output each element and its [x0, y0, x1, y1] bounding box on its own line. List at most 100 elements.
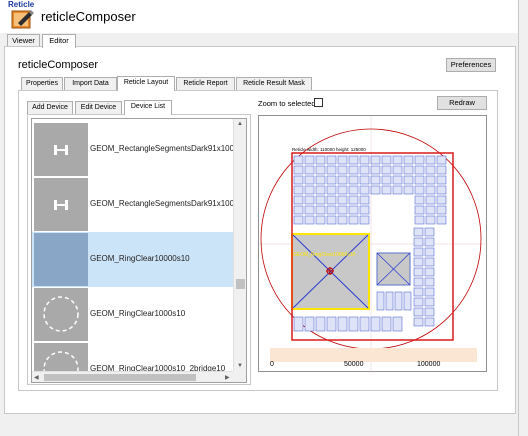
reticle-layout-viewer[interactable]: GEOM_RingClear10000s10 Reticle width: 11…	[258, 115, 488, 373]
tab-add-device[interactable]: Add Device	[27, 101, 73, 114]
device-tile	[436, 165, 447, 175]
scroll-right-icon[interactable]: ▶	[225, 374, 230, 381]
reticle-size-caption: Reticle width: 110000 height: 125000	[292, 147, 366, 152]
device-tile	[337, 155, 348, 165]
device-tile	[359, 165, 370, 175]
device-tile	[359, 185, 370, 195]
device-tile	[293, 165, 304, 175]
device-tile	[394, 291, 403, 311]
device-tile	[304, 215, 315, 225]
device-tile	[425, 195, 436, 205]
tab-reticle-report[interactable]: Reticle Report	[176, 77, 235, 90]
device-tile	[392, 185, 403, 195]
scroll-thumb[interactable]	[44, 374, 196, 381]
device-tile	[381, 165, 392, 175]
device-tile	[348, 185, 359, 195]
window-scrollbar[interactable]	[518, 0, 528, 436]
list-vertical-scrollbar[interactable]: ▲ ▼	[233, 119, 246, 382]
scroll-down-icon[interactable]: ▼	[237, 363, 243, 369]
device-tile	[414, 165, 425, 175]
device-tile	[403, 175, 414, 185]
device-tile	[304, 205, 315, 215]
device-list[interactable]: GEOM_RectangleSegmentsDark91x100_2 GEOM_…	[31, 118, 247, 383]
device-tile	[348, 175, 359, 185]
device-tile	[326, 165, 337, 175]
list-item[interactable]: GEOM_RectangleSegmentsDark91x100_2	[32, 122, 243, 177]
device-tile	[436, 215, 447, 225]
device-tile	[315, 205, 326, 215]
device-tile	[293, 215, 304, 225]
scale-tick-label: 50000	[344, 361, 364, 368]
list-item[interactable]: GEOM_RingClear1000s10	[32, 287, 233, 342]
tab-reticle-result-mask[interactable]: Reticle Result Mask	[236, 77, 312, 90]
list-item[interactable]: GEOM_RectangleSegmentsDark91x100_2	[32, 177, 243, 232]
device-tile	[315, 215, 326, 225]
device-tile	[414, 205, 425, 215]
redraw-button[interactable]: Redraw	[437, 96, 487, 110]
zoom-to-selected-checkbox[interactable]	[314, 98, 323, 107]
device-tile	[414, 175, 425, 185]
device-tile	[348, 215, 359, 225]
tab-reticle-layout[interactable]: Reticle Layout	[117, 76, 175, 91]
device-thumbnail	[34, 233, 88, 286]
device-tile	[413, 267, 424, 277]
device-tile	[348, 316, 359, 332]
device-tile	[381, 175, 392, 185]
device-name: GEOM_RectangleSegmentsDark91x100_2	[90, 144, 243, 153]
device-tile	[424, 267, 435, 277]
device-tile	[403, 185, 414, 195]
device-tile	[392, 165, 403, 175]
device-tile	[436, 195, 447, 205]
device-thumbnail	[34, 288, 88, 341]
device-tile	[337, 316, 348, 332]
scroll-thumb[interactable]	[236, 279, 245, 289]
device-tile	[424, 297, 435, 307]
reticle-layout-canvas[interactable]: GEOM_RingClear10000s10 Reticle width: 11…	[259, 116, 488, 373]
tab-edit-device[interactable]: Edit Device	[75, 101, 122, 114]
device-tile	[326, 185, 337, 195]
tab-properties[interactable]: Properties	[21, 77, 63, 90]
device-tile	[413, 297, 424, 307]
device-tile	[337, 165, 348, 175]
scale-tick-label: 0	[270, 361, 274, 368]
list-item[interactable]: GEOM_RingClear10000s10	[32, 232, 233, 287]
device-tile	[293, 175, 304, 185]
device-tile	[413, 307, 424, 317]
device-tile	[385, 291, 394, 311]
device-tile	[293, 316, 304, 332]
device-tile	[370, 155, 381, 165]
scroll-up-icon[interactable]: ▲	[237, 121, 243, 127]
tab-device-list[interactable]: Device List	[124, 100, 172, 115]
device-tile	[424, 257, 435, 267]
device-tile	[413, 237, 424, 247]
preferences-button[interactable]: Preferences	[446, 58, 496, 72]
device-tile	[403, 291, 412, 311]
device-tile	[424, 317, 435, 327]
device-tile	[425, 175, 436, 185]
device-tile	[370, 316, 381, 332]
device-tile	[337, 195, 348, 205]
tab-editor[interactable]: Editor	[42, 34, 76, 48]
device-tile	[337, 205, 348, 215]
list-horizontal-scrollbar[interactable]: ◀ ▶	[32, 371, 235, 382]
device-tile	[359, 195, 370, 205]
device-tile	[436, 175, 447, 185]
device-tile	[315, 185, 326, 195]
device-name: GEOM_RingClear1000s10	[90, 309, 186, 318]
device-tile	[293, 195, 304, 205]
device-tile	[413, 227, 424, 237]
device-tile	[315, 175, 326, 185]
device-tile	[304, 316, 315, 332]
device-tile	[403, 165, 414, 175]
device-tile	[370, 165, 381, 175]
device-tile	[359, 316, 370, 332]
scroll-left-icon[interactable]: ◀	[34, 374, 39, 381]
device-tile	[403, 155, 414, 165]
device-tile	[326, 205, 337, 215]
zoom-to-selected-label: Zoom to selected	[258, 99, 316, 108]
device-tile	[392, 316, 403, 332]
device-tile	[425, 215, 436, 225]
device-tile	[414, 155, 425, 165]
tab-import-data[interactable]: Import Data	[64, 77, 117, 90]
device-tile	[414, 195, 425, 205]
